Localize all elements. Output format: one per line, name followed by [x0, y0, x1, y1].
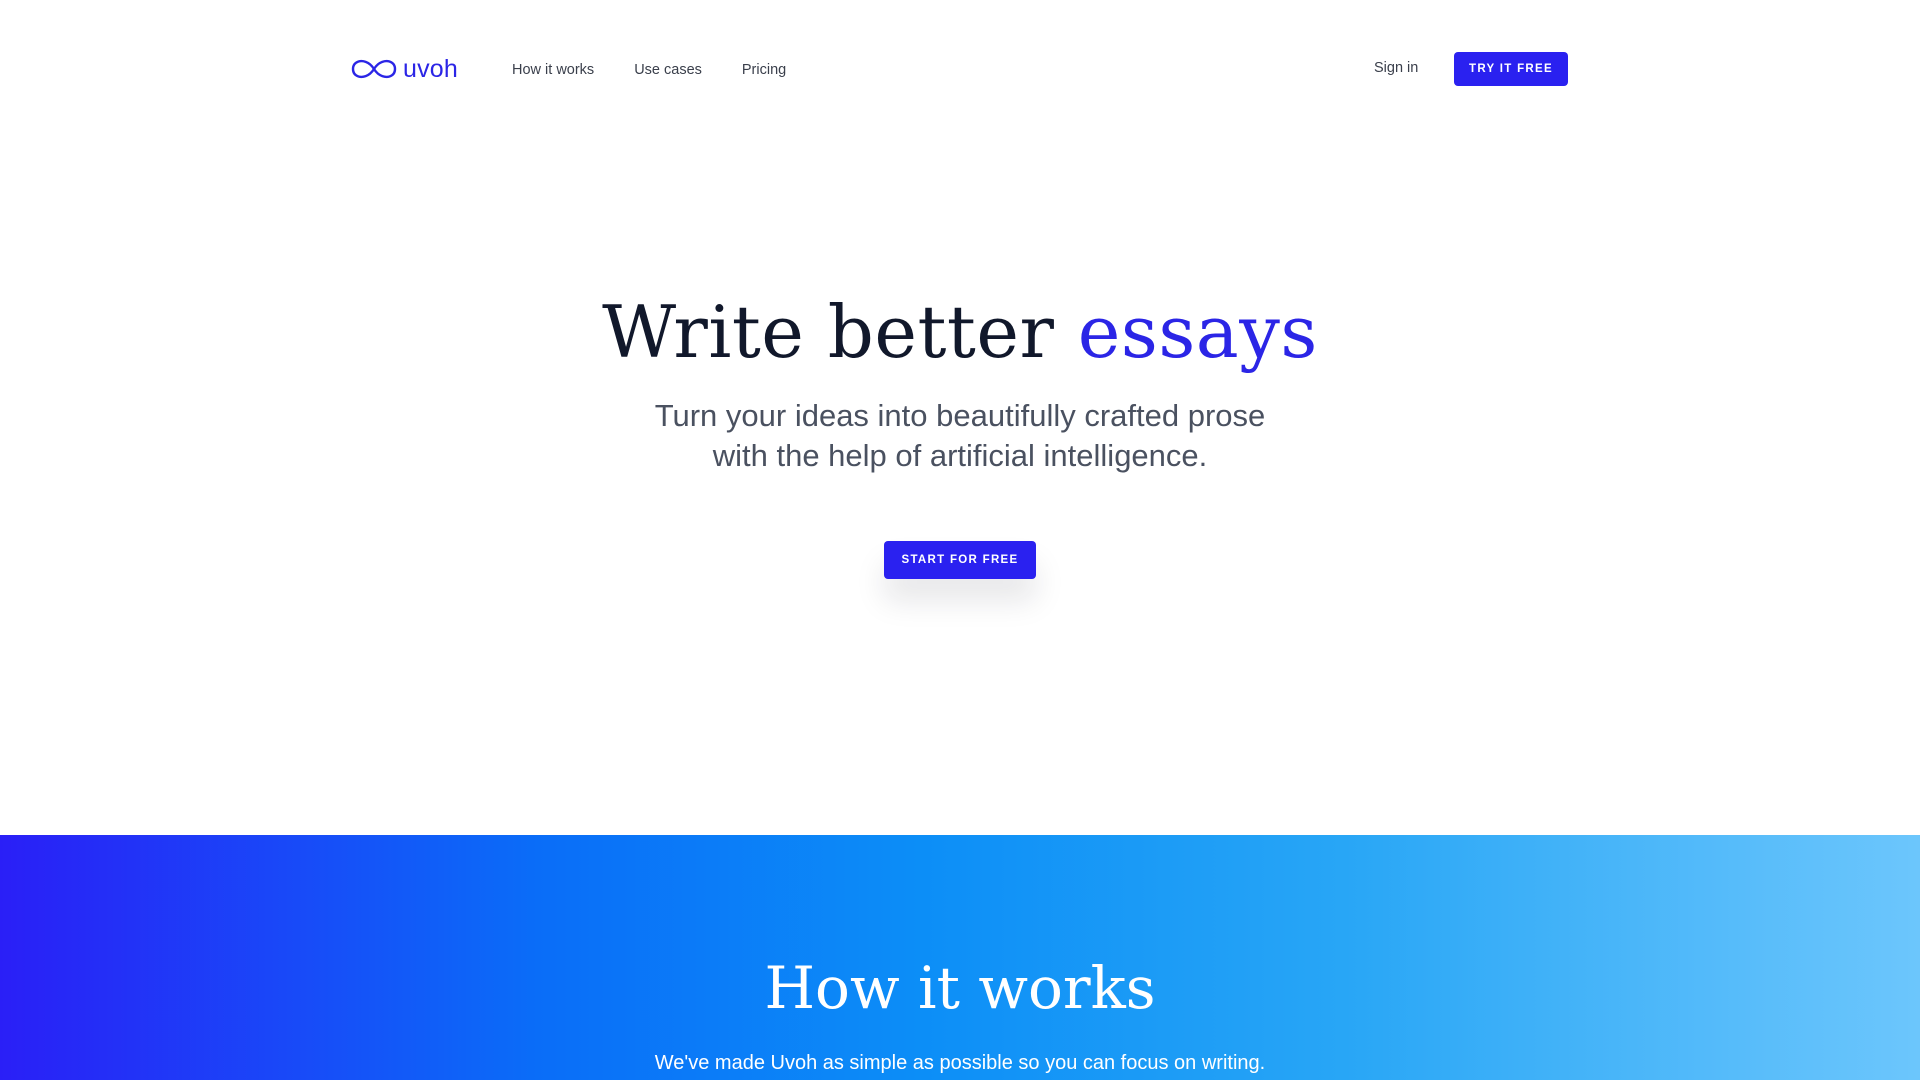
nav-use-cases[interactable]: Use cases: [634, 59, 702, 81]
hero-subtitle: Turn your ideas into beautifully crafted…: [560, 396, 1360, 476]
logo-text: uvoh: [403, 54, 459, 83]
how-it-works-section: How it works We've made Uvoh as simple a…: [0, 835, 1920, 1080]
main-nav: How it works Use cases Pricing: [512, 59, 786, 81]
hero-title-accent: essays: [1077, 290, 1318, 374]
hero-subtitle-line-1: Turn your ideas into beautifully crafted…: [654, 398, 1266, 433]
hero-title-main: Write better: [602, 290, 1078, 374]
page: uvoh How it works Use cases Pricing Sign…: [0, 0, 1920, 1080]
how-it-works-title: How it works: [764, 954, 1156, 1022]
try-it-free-button[interactable]: TRY IT FREE: [1454, 52, 1568, 86]
hero-subtitle-line-2: with the help of artificial intelligence…: [712, 438, 1208, 473]
hero-title: Write better essays: [0, 284, 1920, 380]
nav-how-it-works[interactable]: How it works: [512, 59, 594, 81]
start-for-free-button[interactable]: START FOR FREE: [884, 541, 1036, 579]
logo-link[interactable]: uvoh: [351, 52, 458, 86]
sign-in-link[interactable]: Sign in: [1374, 57, 1418, 79]
how-it-works-subtitle: We've made Uvoh as simple as possible so…: [654, 1052, 1266, 1074]
nav-pricing[interactable]: Pricing: [742, 59, 786, 81]
infinity-icon: [351, 59, 397, 79]
site-header: uvoh How it works Use cases Pricing Sign…: [0, 0, 1920, 140]
